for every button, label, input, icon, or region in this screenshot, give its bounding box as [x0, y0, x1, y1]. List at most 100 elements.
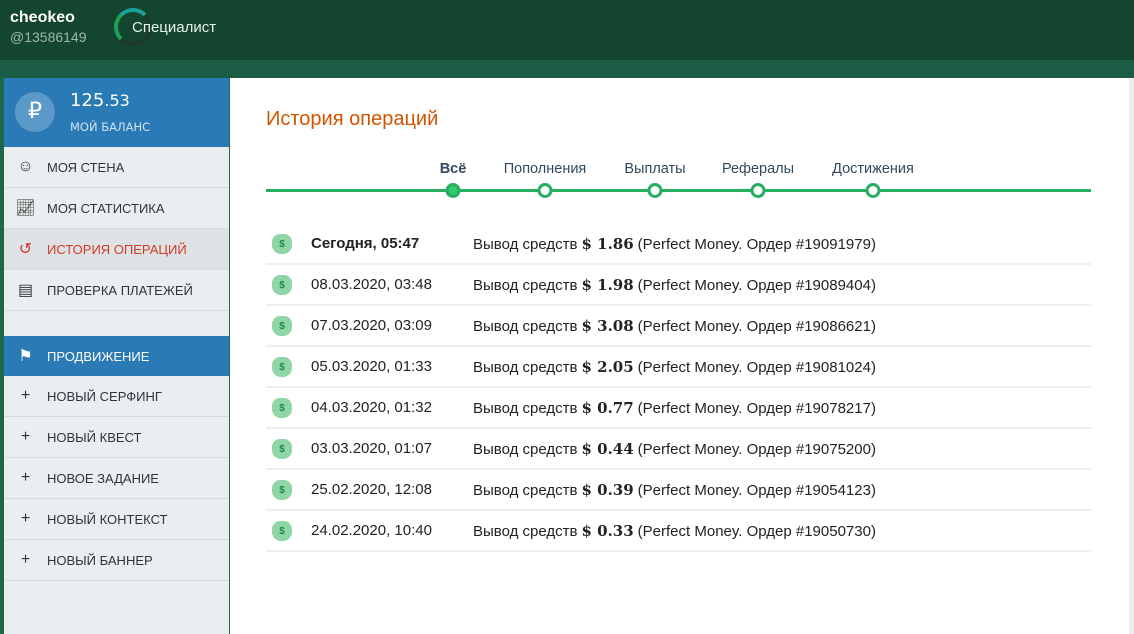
money-bag-icon: $: [266, 315, 311, 336]
tab-dot-payouts[interactable]: [647, 183, 663, 198]
sidebar-item-label: МОЯ СТАТИСТИКА: [47, 200, 165, 216]
operation-details: (Perfect Money. Ордер #19091979): [637, 235, 876, 253]
money-bag-icon: $: [266, 520, 311, 541]
plus-icon: +: [20, 469, 31, 486]
table-row: $ 08.03.2020, 03:48 Вывод средств $ 1.98(…: [266, 265, 1091, 306]
sidebar-item-label: МОЯ СТЕНА: [47, 159, 125, 175]
operation-amount: $ 1.98: [581, 275, 634, 294]
tab-dot-achievements[interactable]: [865, 183, 881, 198]
operation-description: Вывод средств $ 0.39 (Perfect Money. Ордер…: [473, 481, 876, 499]
money-bag-icon: $: [266, 438, 311, 459]
sidebar-item-new-task[interactable]: + НОВОЕ ЗАДАНИЕ: [4, 458, 229, 499]
operation-amount: $ 0.33: [581, 521, 634, 540]
tab-dot-all[interactable]: [445, 183, 461, 198]
operation-type: Вывод средств: [473, 522, 578, 540]
tabs-line: [266, 189, 1091, 192]
promotion-icon: ⚑: [18, 348, 33, 365]
operation-description: Вывод средств $ 0.77 (Perfect Money. Ордер…: [473, 399, 876, 417]
chart-line-icon: 📈︎: [15, 200, 36, 217]
sidebar-item-label: ИСТОРИЯ ОПЕРАЦИЙ: [47, 241, 187, 257]
operation-description: Вывод средств $ 3.08 (Perfect Money. Ордер…: [473, 317, 876, 335]
tab-payouts[interactable]: Выплаты: [624, 161, 685, 177]
sidebar-item-label: НОВЫЙ КВЕСТ: [47, 429, 142, 445]
page-title: История операций: [266, 108, 439, 130]
section-label: ПРОДВИЖЕНИЕ: [47, 348, 150, 364]
table-row: $ 24.02.2020, 10:40 Вывод средств $ 0.33(…: [266, 511, 1091, 552]
operation-details: (Perfect Money. Ордер #19050730): [637, 522, 876, 540]
operation-date: 04.03.2020, 01:32: [311, 399, 432, 416]
tab-dot-deposits[interactable]: [537, 183, 553, 198]
tab-all[interactable]: Всё: [440, 161, 467, 177]
operation-description: Вывод средств $ 2.05 (Perfect Money. Ордер…: [473, 358, 876, 376]
operation-type: Вывод средств: [473, 481, 578, 499]
operation-amount: $ 3.08: [581, 316, 634, 335]
operation-date: 03.03.2020, 01:07: [311, 440, 432, 457]
tab-deposits[interactable]: Пополнения: [504, 161, 587, 177]
operation-details: (Perfect Money. Ордер #19081024): [637, 358, 876, 376]
balance-value: 125.53: [70, 90, 130, 111]
username: cheokeo: [10, 9, 75, 26]
user-level: Специалист: [114, 8, 216, 46]
filter-tabs: Всё Пополнения Выплаты Рефералы Достижен…: [266, 158, 1091, 198]
operation-date: Сегодня, 05:47: [311, 235, 420, 252]
operation-description: Вывод средств $ 0.33 (Perfect Money. Ордер…: [473, 522, 876, 540]
operation-amount: $ 2.05: [581, 357, 634, 376]
tab-dot-referrals[interactable]: [750, 183, 766, 198]
operation-amount: $ 0.44: [581, 439, 634, 458]
money-bag-icon: $: [266, 356, 311, 377]
table-row: $ Сегодня, 05:47 Вывод средств $ 1.86 (Per…: [266, 224, 1091, 265]
sidebar-item-history[interactable]: ↺ ИСТОРИЯ ОПЕРАЦИЙ: [4, 229, 229, 270]
operation-description: Вывод средств $ 1.98 (Perfect Money. Ордер…: [473, 276, 876, 294]
operation-details: (Perfect Money. Ордер #19089404): [637, 276, 876, 294]
user-hat-icon: ☺: [17, 158, 34, 175]
balance-card[interactable]: ₽ 125.53 МОЙ БАЛАНС: [4, 78, 229, 147]
scrollbar[interactable]: [1129, 78, 1134, 634]
operation-date: 25.02.2020, 12:08: [311, 481, 432, 498]
sidebar-item-statistics[interactable]: 📈︎ МОЯ СТАТИСТИКА: [4, 188, 229, 229]
table-row: $ 07.03.2020, 03:09 Вывод средств $ 3.08(…: [266, 306, 1091, 347]
operation-type: Вывод средств: [473, 440, 578, 458]
sidebar-item-new-surfing[interactable]: + НОВЫЙ СЕРФИНГ: [4, 376, 229, 417]
operation-date: 08.03.2020, 03:48: [311, 276, 432, 293]
table-row: $ 03.03.2020, 01:07 Вывод средств $ 0.44(…: [266, 429, 1091, 470]
money-bag-icon: $: [266, 479, 311, 500]
sidebar: ₽ 125.53 МОЙ БАЛАНС ☺ МОЯ СТЕНА 📈︎ МОЯ СТА…: [4, 78, 229, 634]
balance-label: МОЙ БАЛАНС: [70, 120, 151, 134]
sidebar-item-my-wall[interactable]: ☺ МОЯ СТЕНА: [4, 147, 229, 188]
sidebar-item-new-quest[interactable]: + НОВЫЙ КВЕСТ: [4, 417, 229, 458]
tab-achievements[interactable]: Достижения: [832, 161, 914, 177]
plus-icon: +: [20, 551, 31, 568]
operation-amount: $ 1.86: [581, 234, 634, 253]
operation-type: Вывод средств: [473, 235, 578, 253]
operation-date: 24.02.2020, 10:40: [311, 522, 432, 539]
sidebar-section-promotion[interactable]: ⚑ ПРОДВИЖЕНИЕ: [4, 336, 229, 376]
balance-integer: 125: [70, 90, 105, 111]
operation-details: (Perfect Money. Ордер #19078217): [637, 399, 876, 417]
user-info[interactable]: cheokeo @13586149: [10, 9, 87, 45]
operation-amount: $ 0.77: [581, 398, 634, 417]
sidebar-item-label: ПРОВЕРКА ПЛАТЕЖЕЙ: [47, 282, 193, 298]
operation-details: (Perfect Money. Ордер #19075200): [637, 440, 876, 458]
sidebar-item-new-context[interactable]: + НОВЫЙ КОНТЕКСТ: [4, 499, 229, 540]
operation-type: Вывод средств: [473, 399, 578, 417]
operation-description: Вывод средств $ 1.86 (Perfect Money. Ордер…: [473, 235, 876, 253]
table-row: $ 04.03.2020, 01:32 Вывод средств $ 0.77(…: [266, 388, 1091, 429]
operation-type: Вывод средств: [473, 358, 578, 376]
balance-fraction: .53: [104, 91, 130, 110]
level-label: Специалист: [132, 18, 217, 36]
operations-list: $ Сегодня, 05:47 Вывод средств $ 1.86 (Per…: [266, 224, 1091, 552]
tab-referrals[interactable]: Рефералы: [722, 161, 794, 177]
user-id: @13586149: [10, 29, 87, 45]
history-icon: ↺: [18, 241, 33, 258]
plus-icon: +: [20, 510, 31, 527]
money-bag-icon: $: [266, 397, 311, 418]
operation-details: (Perfect Money. Ордер #19086621): [637, 317, 876, 335]
sidebar-item-label: НОВЫЙ БАННЕР: [47, 552, 153, 568]
sidebar-item-new-banner[interactable]: + НОВЫЙ БАННЕР: [4, 540, 229, 581]
operation-type: Вывод средств: [473, 276, 578, 294]
plus-icon: +: [20, 387, 31, 404]
sidebar-item-payment-check[interactable]: ▤ ПРОВЕРКА ПЛАТЕЖЕЙ: [4, 270, 229, 311]
operation-description: Вывод средств $ 0.44 (Perfect Money. Ордер…: [473, 440, 876, 458]
operation-type: Вывод средств: [473, 317, 578, 335]
